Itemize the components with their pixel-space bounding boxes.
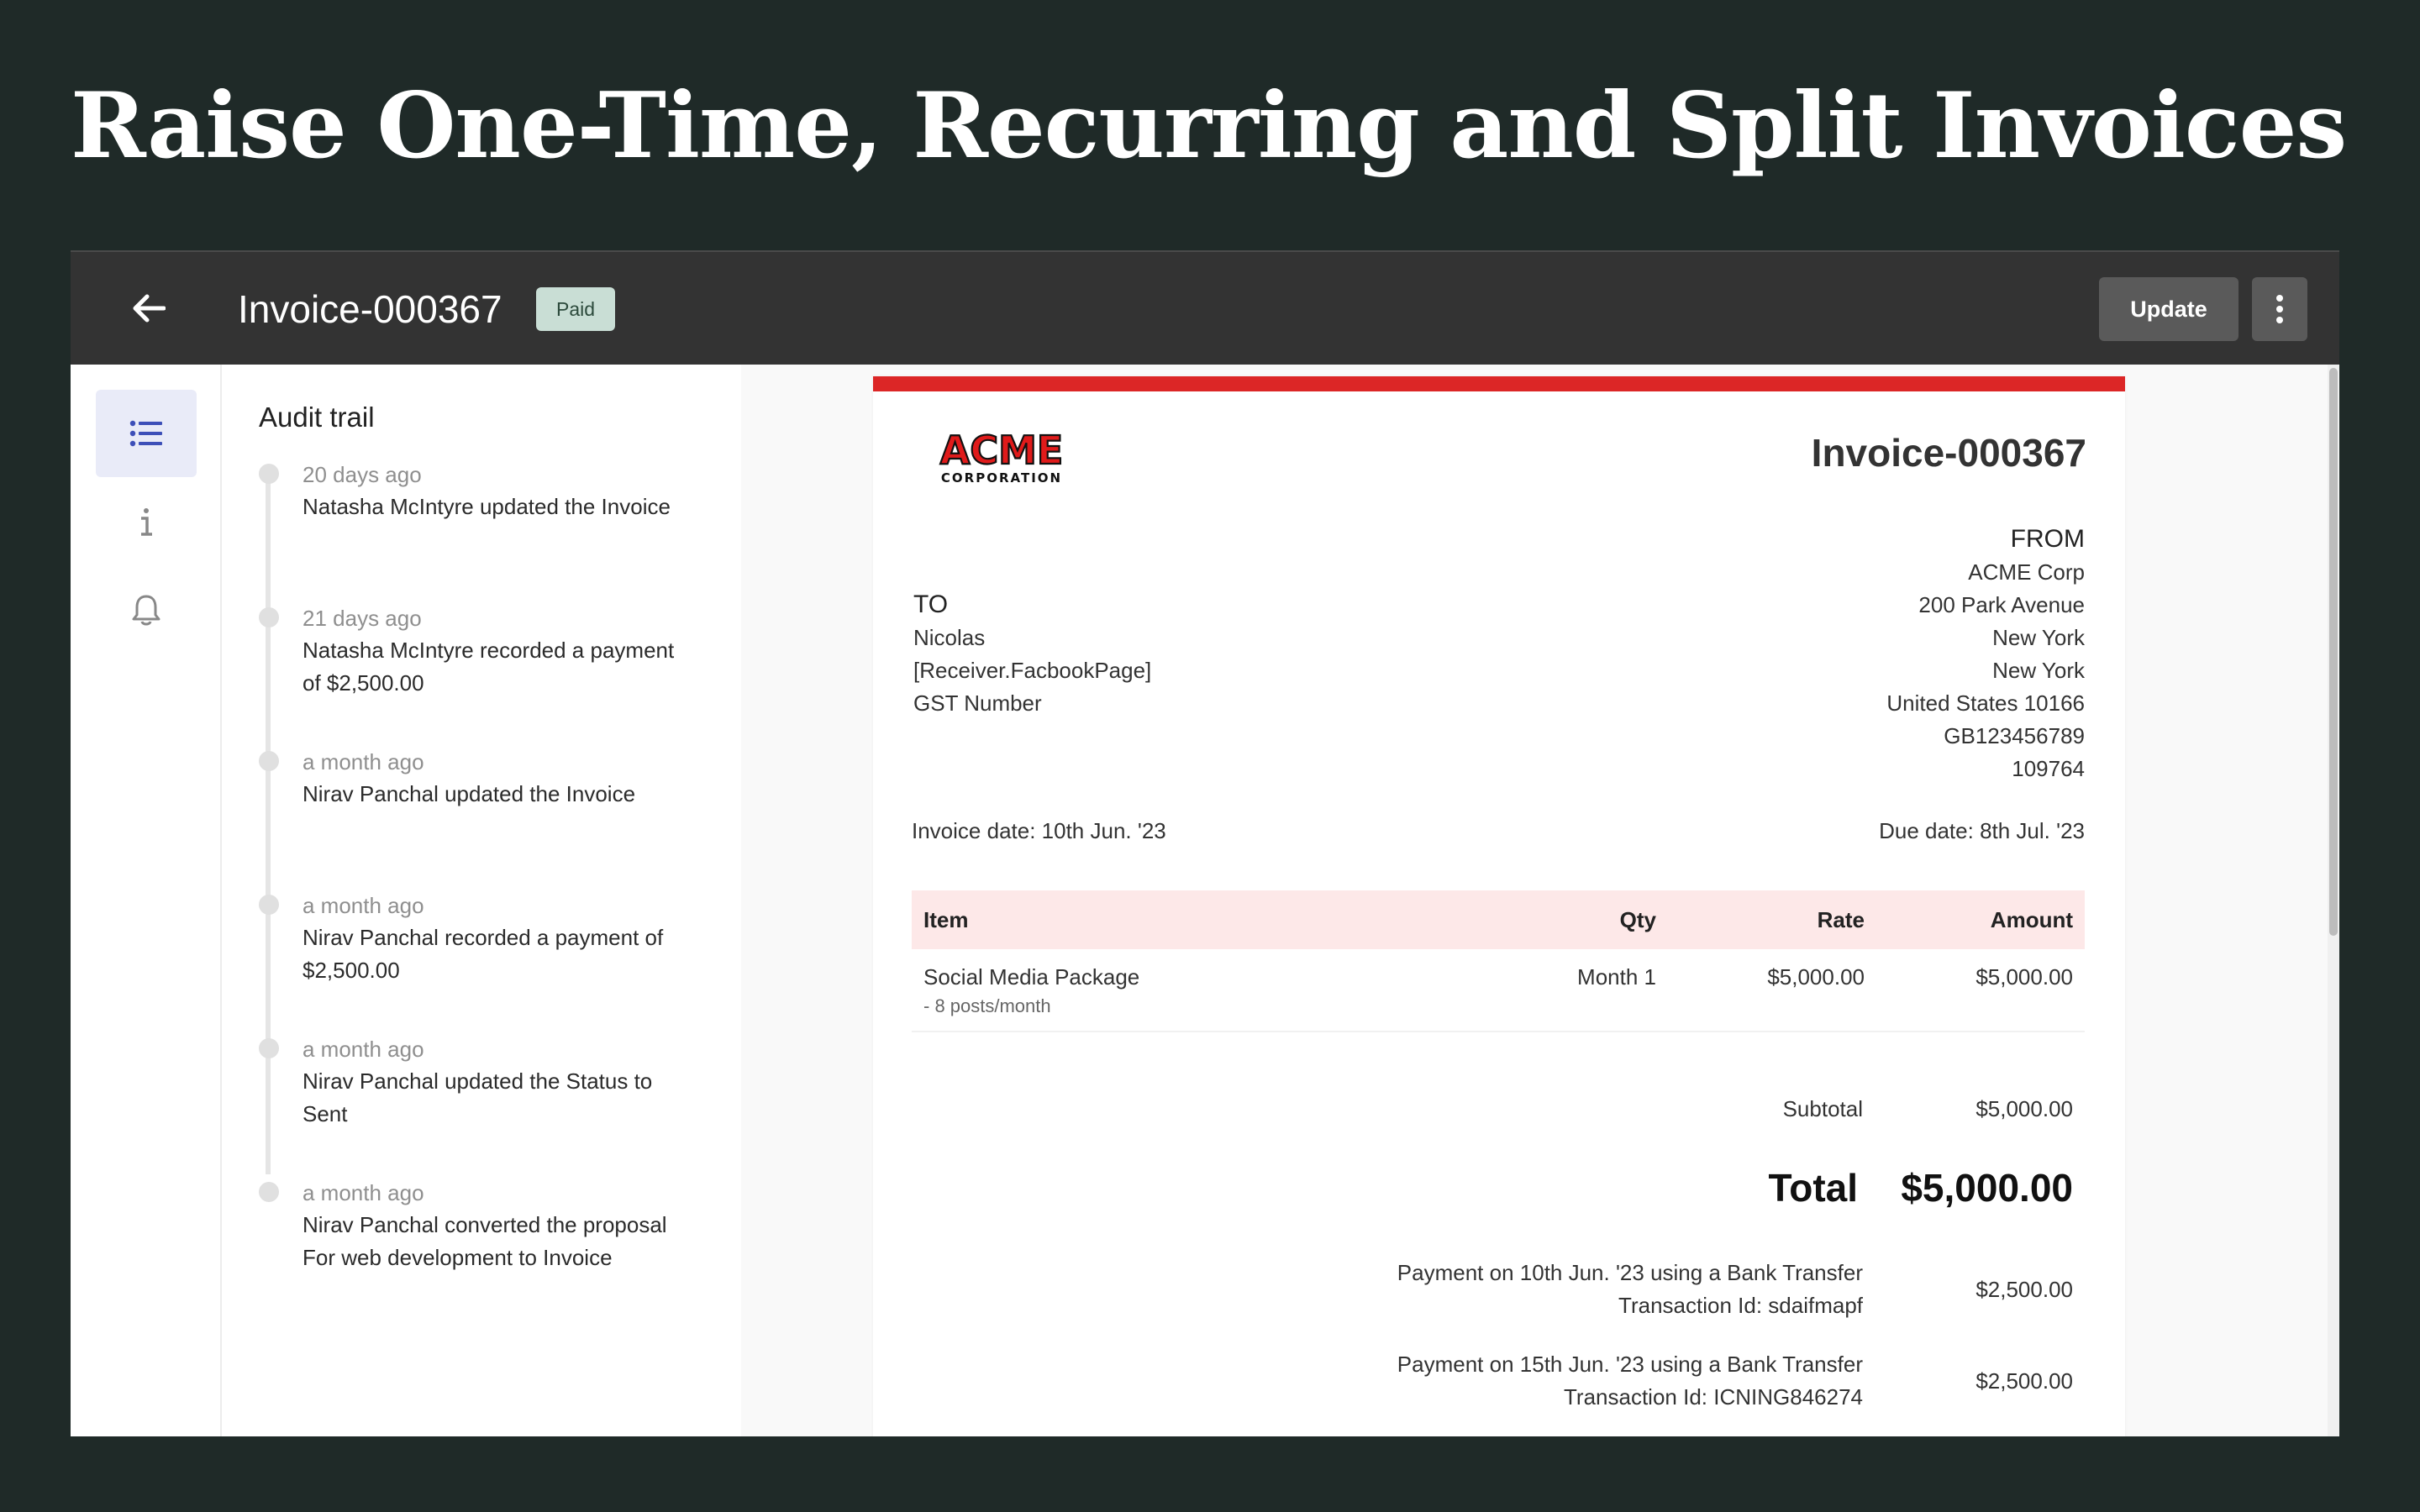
audit-entry-text: Nirav Panchal converted the proposal For… — [302, 1212, 667, 1270]
timeline-dot — [259, 751, 279, 771]
from-line: New York — [1992, 658, 2085, 683]
payment-method-line: Payment on 15th Jun. '23 using a Bank Tr… — [1397, 1352, 1863, 1377]
payment-description: Payment on 15th Jun. '23 using a Bank Tr… — [1397, 1348, 1863, 1414]
column-header-amount: Amount — [1876, 890, 2085, 949]
table-header-row: Item Qty Rate Amount — [912, 890, 2085, 949]
from-line: GB123456789 — [1944, 723, 2085, 748]
timeline-dot — [259, 1182, 279, 1202]
total-label: Total — [1768, 1166, 1858, 1210]
payment-description: Payment on 10th Jun. '23 using a Bank Tr… — [1397, 1257, 1863, 1322]
more-options-button[interactable] — [2252, 277, 2307, 341]
invoice-date: Invoice date: 10th Jun. '23 — [912, 818, 1166, 843]
subtotal-label: Subtotal — [1782, 1096, 1863, 1121]
acme-logo: ACME CORPORATION — [939, 427, 1065, 486]
table-row: Social Media Package - 8 posts/month Mon… — [912, 949, 2085, 1032]
payment-method-line: Payment on 10th Jun. '23 using a Bank Tr… — [1397, 1260, 1863, 1285]
icon-sidebar — [71, 365, 222, 1436]
timeline-dot — [259, 464, 279, 484]
audit-entry-time: a month ago — [302, 749, 424, 774]
from-line: New York — [1992, 625, 2085, 650]
audit-entry-time: a month ago — [302, 893, 424, 918]
audit-entry: a month ago Nirav Panchal updated the In… — [259, 746, 696, 811]
arrow-left-icon — [133, 294, 166, 323]
subtotal-value: $5,000.00 — [1975, 1096, 2073, 1121]
due-date: Due date: 8th Jul. '23 — [1879, 818, 2085, 843]
total-value: $5,000.00 — [1901, 1166, 2073, 1210]
audit-entry-time: a month ago — [302, 1037, 424, 1062]
payment-row: Payment on 10th Jun. '23 using a Bank Tr… — [1397, 1257, 2073, 1322]
line-items-table: Item Qty Rate Amount Social Media Packag… — [912, 890, 2085, 1032]
line-item-name: Social Media Package — [923, 964, 1140, 990]
from-line: United States 10166 — [1886, 690, 2085, 716]
to-line: GST Number — [913, 690, 1042, 716]
audit-trail-panel: Audit trail 20 days ago Natasha McIntyre… — [222, 365, 741, 1436]
back-button[interactable] — [121, 281, 176, 336]
payment-amount: $2,500.00 — [1975, 1368, 2073, 1394]
sidebar-item-audit-trail[interactable] — [96, 390, 197, 477]
audit-entry-text: Nirav Panchal recorded a payment of $2,5… — [302, 925, 664, 983]
to-label: TO — [913, 591, 949, 618]
audit-entry: a month ago Nirav Panchal recorded a pay… — [259, 890, 696, 987]
line-item-description: - 8 posts/month — [923, 995, 1051, 1016]
to-block: TO Nicolas [Receiver.FacbookPage] GST Nu… — [913, 588, 1151, 720]
bell-icon — [132, 595, 160, 626]
sidebar-item-info[interactable] — [96, 479, 197, 566]
subtotal-row: Subtotal $5,000.00 — [1783, 1092, 2073, 1126]
line-item-rate: $5,000.00 — [1668, 949, 1876, 1032]
from-label: FROM — [2010, 525, 2085, 553]
audit-entry-text: Nirav Panchal updated the Status to Sent — [302, 1068, 653, 1126]
from-line: 109764 — [2012, 756, 2085, 781]
scrollbar-thumb[interactable] — [2329, 368, 2338, 936]
column-header-item: Item — [912, 890, 1460, 949]
audit-entry-time: 20 days ago — [302, 462, 422, 487]
to-line: [Receiver.FacbookPage] — [913, 658, 1152, 683]
invoice-number: Invoice-000367 — [1811, 431, 2086, 475]
audit-entry: a month ago Nirav Panchal updated the St… — [259, 1033, 696, 1131]
timeline-dot — [259, 607, 279, 627]
column-header-rate: Rate — [1668, 890, 1876, 949]
timeline-dot — [259, 1038, 279, 1058]
invoice-document: ACME CORPORATION Invoice-000367 FROM ACM… — [873, 376, 2125, 1436]
line-item-qty: Month 1 — [1460, 949, 1668, 1032]
to-line: Nicolas — [913, 625, 986, 650]
top-bar: Invoice-000367 Paid Update — [71, 250, 2339, 365]
line-item-cell: Social Media Package - 8 posts/month — [912, 949, 1460, 1032]
line-item-amount: $5,000.00 — [1876, 949, 2085, 1032]
list-icon — [129, 420, 162, 447]
invoice-accent-bar — [873, 376, 2125, 391]
from-line: ACME Corp — [1968, 559, 2085, 585]
info-icon — [141, 508, 152, 536]
payment-row: Payment on 15th Jun. '23 using a Bank Tr… — [1397, 1348, 2073, 1414]
audit-trail-title: Audit trail — [259, 402, 375, 433]
audit-entry-text: Natasha McIntyre recorded a payment of $… — [302, 638, 675, 696]
from-block: FROM ACME Corp 200 Park Avenue New York … — [1886, 522, 2085, 785]
audit-entry: 20 days ago Natasha McIntyre updated the… — [259, 459, 696, 523]
svg-text:CORPORATION: CORPORATION — [941, 470, 1062, 486]
invoice-preview-area: ACME CORPORATION Invoice-000367 FROM ACM… — [741, 365, 2339, 1436]
timeline-dot — [259, 895, 279, 915]
audit-entry-text: Natasha McIntyre updated the Invoice — [302, 494, 671, 519]
update-button[interactable]: Update — [2099, 277, 2238, 341]
column-header-qty: Qty — [1460, 890, 1668, 949]
from-line: 200 Park Avenue — [1918, 592, 2085, 617]
payment-amount: $2,500.00 — [1975, 1276, 2073, 1302]
audit-entry-time: a month ago — [302, 1180, 424, 1205]
audit-entry: a month ago Nirav Panchal converted the … — [259, 1177, 696, 1274]
sidebar-item-notifications[interactable] — [96, 566, 197, 654]
more-vertical-icon — [2276, 295, 2283, 323]
audit-entry-time: 21 days ago — [302, 606, 422, 631]
payment-transaction-id: Transaction Id: sdaifmapf — [1618, 1293, 1863, 1318]
vertical-scrollbar[interactable] — [2328, 365, 2339, 1436]
status-badge: Paid — [536, 287, 616, 331]
page-title: Invoice-000367 — [238, 287, 502, 331]
audit-entry: 21 days ago Natasha McIntyre recorded a … — [259, 602, 696, 700]
audit-entry-text: Nirav Panchal updated the Invoice — [302, 781, 636, 806]
svg-text:ACME: ACME — [940, 428, 1064, 473]
total-row: Total $5,000.00 — [1769, 1163, 2073, 1213]
invoice-app-window: Invoice-000367 Paid Update Audit trail 2… — [71, 250, 2339, 1436]
payment-transaction-id: Transaction Id: ICNING846274 — [1564, 1384, 1863, 1410]
page-headline: Raise One-Time, Recurring and Split Invo… — [71, 73, 2347, 179]
